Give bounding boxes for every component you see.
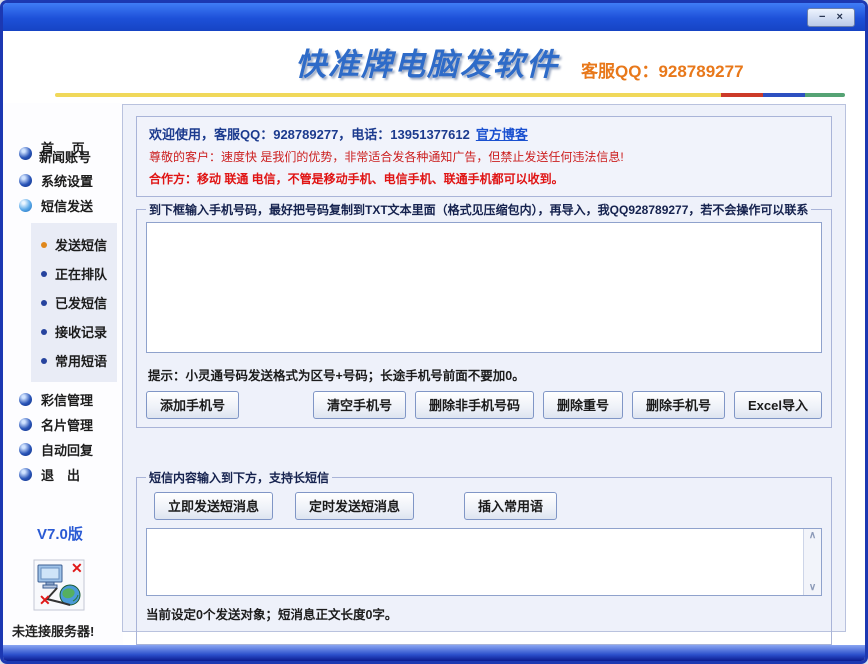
sphere-bullet-icon <box>19 147 32 160</box>
sidebar-item-mms-manage[interactable]: 彩信管理 <box>3 387 123 412</box>
divider-blue-segment <box>763 93 805 97</box>
message-status-label: 当前设定0个发送对象；短消息正文长度0字。 <box>146 604 822 623</box>
window-controls: − × <box>807 8 855 27</box>
sphere-bullet-icon <box>19 468 32 481</box>
phone-buttons-row: 添加手机号 清空手机号 删除非手机号码 删除重号 删除手机号 Excel导入 <box>146 391 822 419</box>
sphere-bullet-icon <box>19 418 32 431</box>
remove-phone-button[interactable]: 删除手机号 <box>632 391 725 419</box>
sidebar-item-home[interactable]: 首 页 新闻账号 <box>3 139 123 168</box>
titlebar[interactable]: − × <box>3 3 865 31</box>
submenu-item-received[interactable]: 接收记录 <box>31 317 117 346</box>
sidebar-item-label: 彩信管理 <box>41 390 93 409</box>
sphere-bullet-light-icon <box>19 199 32 212</box>
submenu-item-sent[interactable]: 已发短信 <box>31 288 117 317</box>
divider-red-segment <box>721 93 763 97</box>
welcome-line1-text: 欢迎使用，客服QQ：928789277，电话：13951377612 <box>149 127 470 142</box>
sidebar-item-exit[interactable]: 退 出 <box>3 462 123 487</box>
service-qq-label: 客服QQ：928789277 <box>581 57 744 82</box>
divider-green-segment <box>805 93 845 97</box>
bullet-icon <box>41 271 47 277</box>
sidebar-item-label: 退 出 <box>41 465 80 484</box>
sidebar-item-label: 系统设置 <box>41 171 93 190</box>
bullet-icon <box>41 358 47 364</box>
scroll-down-icon[interactable]: ∨ <box>809 584 816 592</box>
phone-numbers-section: 到下框输入手机号码，最好把号码复制到TXT文本里面（格式见压缩包内），再导入，我… <box>136 201 832 428</box>
minimize-icon[interactable]: − <box>819 12 825 23</box>
submenu-item-label: 正在排队 <box>55 264 107 283</box>
welcome-line2: 尊敬的客户：速度快 是我们的优势，非常适合发各种通知广告，但禁止发送任何违法信息… <box>149 148 819 165</box>
phone-numbers-input[interactable] <box>146 222 822 353</box>
sidebar-item-label: 名片管理 <box>41 415 93 434</box>
submenu-item-label: 常用短语 <box>55 351 107 370</box>
sidebar-item-card-manage[interactable]: 名片管理 <box>3 412 123 437</box>
remove-nonphone-button[interactable]: 删除非手机号码 <box>415 391 534 419</box>
app-window: − × 快准牌电脑发软件 客服QQ：928789277 首 页 新闻账号 <box>0 0 868 664</box>
clear-phones-button[interactable]: 清空手机号 <box>313 391 406 419</box>
message-buttons-row: 立即发送短消息 定时发送短消息 插入常用语 <box>154 492 822 520</box>
sidebar-item-label: 短信发送 <box>41 196 93 215</box>
divider-yellow-segment <box>55 93 721 97</box>
submenu-item-label: 发送短信 <box>55 235 107 254</box>
submenu-item-phrases[interactable]: 常用短语 <box>31 346 117 375</box>
welcome-line3: 合作方：移动 联通 电信，不管是移动手机、电信手机、联通手机都可以收到。 <box>149 170 819 187</box>
server-status-label: 未连接服务器! <box>12 621 94 640</box>
active-bullet-icon <box>41 242 47 248</box>
message-section-legend: 短信内容输入到下方，支持长短信 <box>146 469 332 486</box>
sphere-bullet-icon <box>19 393 32 406</box>
message-content-input[interactable] <box>147 529 803 595</box>
send-now-button[interactable]: 立即发送短消息 <box>154 492 273 520</box>
welcome-line1: 欢迎使用，客服QQ：928789277，电话：13951377612 官方博客 <box>149 124 819 143</box>
sidebar: 首 页 新闻账号 系统设置 短信发送 发送短信 正在排队 <box>3 103 123 645</box>
window-bottom-bar <box>3 645 865 661</box>
content-panel: 欢迎使用，客服QQ：928789277，电话：13951377612 官方博客 尊… <box>122 104 846 632</box>
insert-phrase-button[interactable]: 插入常用语 <box>464 492 557 520</box>
sidebar-item-news-account[interactable]: 新闻账号 <box>39 151 92 165</box>
sidebar-item-sms-send[interactable]: 短信发送 <box>3 193 123 218</box>
sidebar-item-system-settings[interactable]: 系统设置 <box>3 168 123 193</box>
phone-tip-label: 提示：小灵通号码发送格式为区号+号码；长途手机号前面不要加0。 <box>148 365 822 384</box>
sms-submenu: 发送短信 正在排队 已发短信 接收记录 常用短语 <box>31 223 117 382</box>
sidebar-menu: 首 页 新闻账号 系统设置 短信发送 发送短信 正在排队 <box>3 103 123 487</box>
submenu-item-label: 已发短信 <box>55 293 107 312</box>
sidebar-item-label: 自动回复 <box>41 440 93 459</box>
sphere-bullet-icon <box>19 174 32 187</box>
header-divider <box>55 93 845 97</box>
brand-title: 快准牌电脑发软件 <box>295 39 559 84</box>
svg-text:✕: ✕ <box>39 592 51 608</box>
welcome-box: 欢迎使用，客服QQ：928789277，电话：13951377612 官方博客 尊… <box>136 116 832 197</box>
svg-text:✕: ✕ <box>71 560 83 576</box>
header: 快准牌电脑发软件 客服QQ：928789277 <box>3 31 865 103</box>
remove-duplicates-button[interactable]: 删除重号 <box>543 391 623 419</box>
version-label: V7.0版 <box>37 523 83 544</box>
send-scheduled-button[interactable]: 定时发送短消息 <box>295 492 414 520</box>
submenu-item-send-sms[interactable]: 发送短信 <box>31 230 117 259</box>
bullet-icon <box>41 300 47 306</box>
sphere-bullet-icon <box>19 443 32 456</box>
submenu-item-label: 接收记录 <box>55 322 107 341</box>
message-scrollbar[interactable]: ∧ ∨ <box>803 529 821 595</box>
sidebar-item-auto-reply[interactable]: 自动回复 <box>3 437 123 462</box>
excel-import-button[interactable]: Excel导入 <box>734 391 822 419</box>
bullet-icon <box>41 329 47 335</box>
message-section: 短信内容输入到下方，支持长短信 立即发送短消息 定时发送短消息 插入常用语 ∧ … <box>136 469 832 645</box>
phone-section-legend: 到下框输入手机号码，最好把号码复制到TXT文本里面（格式见压缩包内），再导入，我… <box>146 201 811 218</box>
scroll-up-icon[interactable]: ∧ <box>809 532 816 540</box>
add-phone-button[interactable]: 添加手机号 <box>146 391 239 419</box>
submenu-item-queue[interactable]: 正在排队 <box>31 259 117 288</box>
disconnected-server-icon: ✕ ✕ <box>33 559 85 616</box>
official-blog-link[interactable]: 官方博客 <box>476 127 528 142</box>
close-icon[interactable]: × <box>837 12 843 23</box>
message-content-box: ∧ ∨ <box>146 528 822 596</box>
